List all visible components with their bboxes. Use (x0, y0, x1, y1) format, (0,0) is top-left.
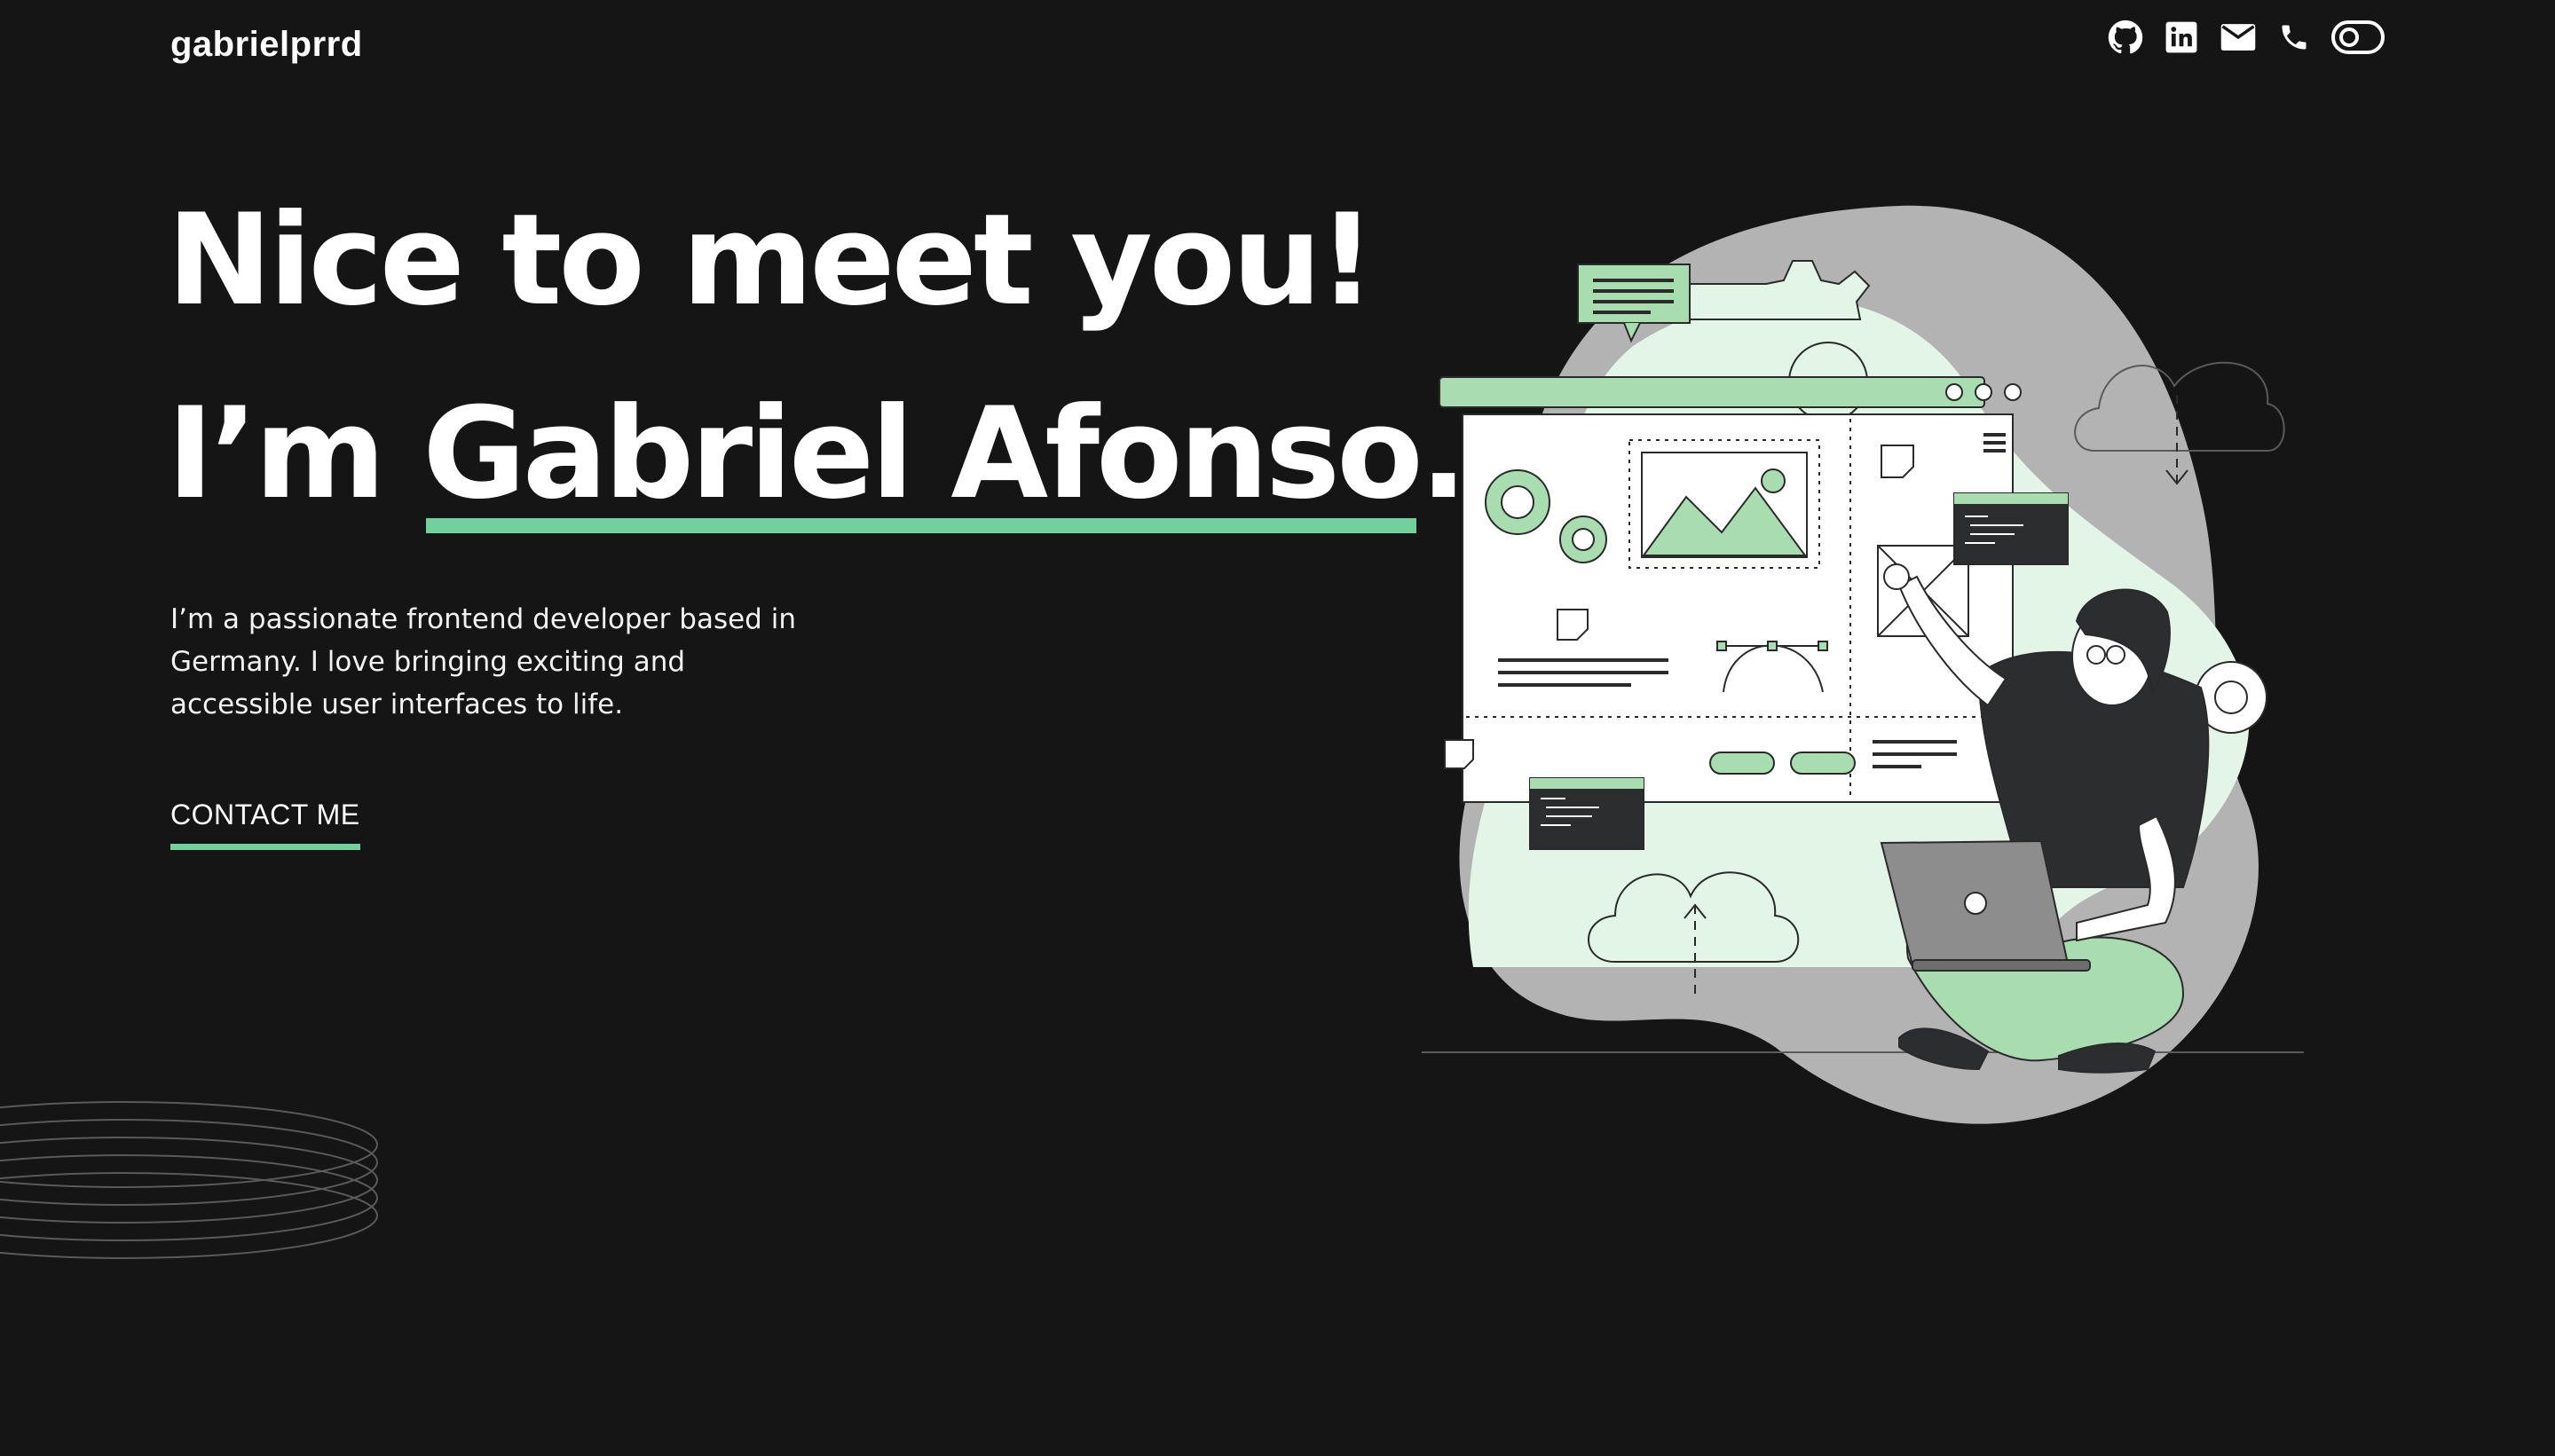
name-highlight: Gabriel Afonso (422, 358, 1423, 551)
social-links (2108, 20, 2385, 55)
intro-paragraph: I’m a passionate frontend developer base… (170, 603, 796, 720)
theme-toggle-button[interactable] (2331, 20, 2385, 55)
site-logo[interactable]: gabrielprrd (170, 25, 363, 65)
linkedin-link[interactable] (2165, 20, 2198, 54)
headline-line-2: I’m Gabriel Afonso. (167, 358, 1468, 551)
mail-icon (2220, 24, 2256, 51)
headline-prefix: I’m (167, 381, 423, 527)
decorative-rings (0, 1101, 378, 1259)
speech-bubble (1577, 264, 1691, 324)
hero-headline: Nice to meet you! I’m Gabriel Afonso. (167, 164, 1468, 551)
hero-name: Gabriel Afonso (422, 381, 1423, 527)
phone-icon (2282, 25, 2307, 50)
contact-me-link[interactable]: CONTACT ME (170, 799, 360, 850)
github-link[interactable] (2108, 20, 2143, 55)
email-link[interactable] (2220, 22, 2257, 52)
browser-window-bar (1439, 376, 1985, 408)
phone-link[interactable] (2278, 21, 2310, 53)
theme-toggle-icon (2331, 20, 2385, 54)
developer-illustration (1422, 205, 2304, 1124)
headline-line-1: Nice to meet you! (167, 187, 1376, 334)
linkedin-icon (2165, 21, 2197, 53)
github-icon (2108, 20, 2143, 54)
